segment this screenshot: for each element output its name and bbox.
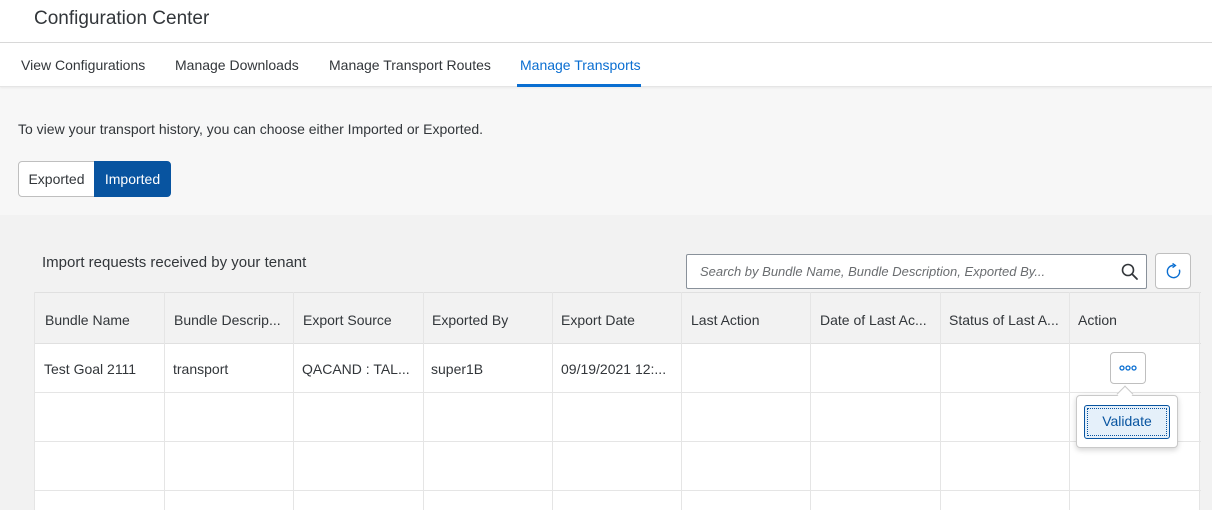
imported-toggle-button[interactable]: Imported bbox=[94, 161, 171, 197]
app-header: Configuration Center bbox=[0, 0, 1212, 43]
table-header: Bundle Name Bundle Descrip... Export Sou… bbox=[35, 292, 1201, 344]
app-title: Configuration Center bbox=[34, 8, 210, 29]
tab-manage-transport-routes[interactable]: Manage Transport Routes bbox=[329, 57, 491, 73]
tab-manage-transports[interactable]: Manage Transports bbox=[520, 57, 641, 73]
tab-view-configurations[interactable]: View Configurations bbox=[21, 57, 145, 73]
column-divider bbox=[1199, 292, 1200, 510]
column-divider bbox=[423, 292, 424, 510]
column-header-exported-by[interactable]: Exported By bbox=[432, 312, 508, 328]
refresh-button[interactable] bbox=[1155, 253, 1191, 289]
search-placeholder: Search by Bundle Name, Bundle Descriptio… bbox=[700, 264, 1046, 279]
refresh-icon bbox=[1166, 263, 1181, 279]
more-icon bbox=[1119, 365, 1137, 371]
table-title: Import requests received by your tenant bbox=[42, 254, 307, 271]
column-header-bundle-description[interactable]: Bundle Descrip... bbox=[174, 312, 281, 328]
row-divider bbox=[35, 490, 1201, 491]
cell-exported-by: super1B bbox=[431, 361, 484, 377]
transports-table: Bundle Name Bundle Descrip... Export Sou… bbox=[34, 292, 1201, 510]
exported-toggle-button[interactable]: Exported bbox=[18, 161, 95, 197]
column-divider bbox=[940, 292, 941, 510]
history-hint-text: To view your transport history, you can … bbox=[18, 121, 484, 137]
column-divider bbox=[164, 292, 165, 510]
column-header-export-source[interactable]: Export Source bbox=[303, 312, 392, 328]
column-header-action: Action bbox=[1078, 312, 1117, 328]
column-header-last-action[interactable]: Last Action bbox=[691, 312, 760, 328]
row-divider bbox=[35, 441, 1201, 442]
row-actions-button[interactable] bbox=[1110, 352, 1146, 384]
tab-bar: View Configurations Manage Downloads Man… bbox=[0, 43, 1212, 87]
cell-export-date: 09/19/2021 12:... bbox=[561, 361, 667, 377]
cell-bundle-description: transport bbox=[173, 361, 229, 377]
column-header-export-date[interactable]: Export Date bbox=[561, 312, 635, 328]
action-popover: Validate bbox=[1076, 395, 1178, 448]
column-divider bbox=[681, 292, 682, 510]
active-tab-indicator bbox=[517, 84, 641, 87]
validate-button[interactable]: Validate bbox=[1084, 405, 1170, 439]
search-field[interactable]: Search by Bundle Name, Bundle Descriptio… bbox=[686, 254, 1147, 289]
column-divider bbox=[552, 292, 553, 510]
column-header-date-of-last-action[interactable]: Date of Last Ac... bbox=[820, 312, 927, 328]
search-icon[interactable] bbox=[1120, 262, 1140, 282]
cell-bundle-name: Test Goal 2111 bbox=[44, 361, 137, 377]
column-divider bbox=[293, 292, 294, 510]
column-divider bbox=[810, 292, 811, 510]
cell-export-source: QACAND : TAL... bbox=[302, 361, 410, 377]
column-header-bundle-name[interactable]: Bundle Name bbox=[45, 312, 130, 328]
tab-manage-downloads[interactable]: Manage Downloads bbox=[175, 57, 299, 73]
column-divider bbox=[1069, 292, 1070, 510]
column-header-status-of-last-action[interactable]: Status of Last A... bbox=[949, 312, 1059, 328]
row-divider bbox=[35, 392, 1201, 393]
